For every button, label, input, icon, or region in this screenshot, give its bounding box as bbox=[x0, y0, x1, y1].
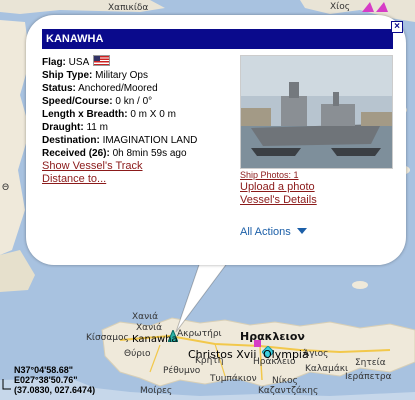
speed-value: 0 kn / 0° bbox=[115, 96, 153, 107]
ship-photo-image bbox=[241, 56, 392, 168]
vessel-details-link[interactable]: Vessel's Details bbox=[240, 194, 392, 207]
close-button[interactable]: × bbox=[391, 21, 403, 33]
received-label: Received (26): bbox=[42, 148, 110, 159]
received-value: 0h 8min 59s ago bbox=[112, 148, 187, 159]
popup-title: KANAWHA bbox=[42, 29, 393, 49]
status-label: Status: bbox=[42, 83, 76, 94]
all-actions-label: All Actions bbox=[240, 226, 291, 238]
photo-panel: Ship Photos: 1 Upload a photo Vessel's D… bbox=[240, 55, 393, 207]
status-row: Status: Anchored/Moored bbox=[42, 82, 247, 95]
size-label: Length x Breadth: bbox=[42, 109, 128, 120]
destination-row: Destination: IMAGINATION LAND bbox=[42, 134, 247, 147]
vessel-info-popup: KANAWHA × Flag: USA Ship Type: Military … bbox=[26, 15, 406, 265]
flag-row: Flag: USA bbox=[42, 55, 247, 69]
received-row: Received (26): 0h 8min 59s ago bbox=[42, 147, 247, 160]
vessel-fields: Flag: USA Ship Type: Military Ops Status… bbox=[42, 55, 247, 186]
upload-photo-link[interactable]: Upload a photo bbox=[240, 181, 392, 194]
ship-type-value: Military Ops bbox=[95, 70, 148, 81]
draught-label: Draught: bbox=[42, 122, 84, 133]
draught-value: 11 m bbox=[86, 122, 108, 133]
vessel-photo[interactable] bbox=[240, 55, 393, 169]
ship-type-label: Ship Type: bbox=[42, 70, 93, 81]
show-track-link[interactable]: Show Vessel's Track bbox=[42, 160, 247, 173]
chevron-down-icon bbox=[296, 228, 307, 234]
speed-row: Speed/Course: 0 kn / 0° bbox=[42, 95, 247, 108]
size-value: 0 m X 0 m bbox=[130, 109, 176, 120]
destination-label: Destination: bbox=[42, 135, 100, 146]
flag-label: Flag: bbox=[42, 57, 66, 68]
flag-value: USA bbox=[68, 57, 89, 68]
ship-type-row: Ship Type: Military Ops bbox=[42, 69, 247, 82]
ship-photos-link[interactable]: Ship Photos: 1 bbox=[240, 169, 392, 181]
all-actions-dropdown[interactable]: All Actions bbox=[240, 226, 307, 238]
status-value: Anchored/Moored bbox=[78, 83, 158, 94]
destination-value: IMAGINATION LAND bbox=[102, 135, 198, 146]
size-row: Length x Breadth: 0 m X 0 m bbox=[42, 108, 247, 121]
us-flag-icon bbox=[93, 55, 111, 66]
draught-row: Draught: 11 m bbox=[42, 121, 247, 134]
speed-label: Speed/Course: bbox=[42, 96, 113, 107]
distance-to-link[interactable]: Distance to... bbox=[42, 173, 247, 186]
